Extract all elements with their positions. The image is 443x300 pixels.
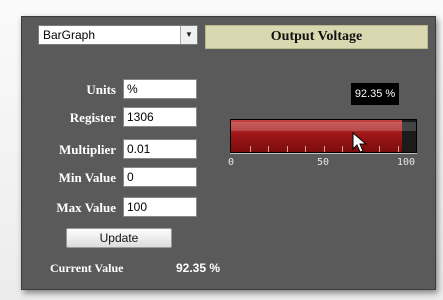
bar-tick	[379, 146, 380, 152]
widget-title: Output Voltage	[205, 25, 428, 49]
bar-axis	[230, 153, 417, 154]
max-value-input[interactable]	[123, 197, 197, 217]
multiplier-input[interactable]	[123, 139, 197, 159]
bar-tick	[268, 146, 269, 152]
bar-tick	[249, 146, 251, 152]
register-label: Register	[69, 110, 116, 125]
current-value-text: 92.35 %	[176, 261, 221, 275]
bar-graph-panel: BarGraph ▼ Output Voltage Units Register…	[21, 16, 436, 290]
widget-type-value: BarGraph	[43, 28, 96, 42]
min-value-label: Min Value	[58, 170, 116, 185]
bar-tick	[323, 146, 325, 152]
bar-tick	[397, 146, 399, 152]
tick-label-mid: 50	[317, 157, 330, 168]
multiplier-label: Multiplier	[58, 142, 116, 157]
bar-readout: 92.35 %	[351, 83, 399, 105]
min-value-input[interactable]	[123, 167, 197, 187]
widget-type-select[interactable]: BarGraph ▼	[38, 25, 198, 45]
tick-label-max: 100	[397, 157, 416, 168]
bar-tick	[305, 146, 306, 152]
dropdown-arrow-icon[interactable]: ▼	[180, 26, 197, 44]
max-value-label: Max Value	[56, 200, 116, 215]
units-input[interactable]	[123, 79, 197, 99]
bar-gloss	[231, 122, 416, 131]
tick-label-min: 0	[228, 157, 235, 168]
register-input[interactable]	[123, 107, 197, 127]
mouse-pointer-icon	[352, 132, 368, 153]
update-button[interactable]: Update	[66, 228, 172, 248]
bar-tick	[342, 146, 343, 152]
units-label: Units	[86, 82, 116, 97]
current-value-label: Current Value	[50, 261, 124, 275]
bar-graph-track	[230, 119, 417, 153]
bar-tick	[286, 146, 288, 152]
